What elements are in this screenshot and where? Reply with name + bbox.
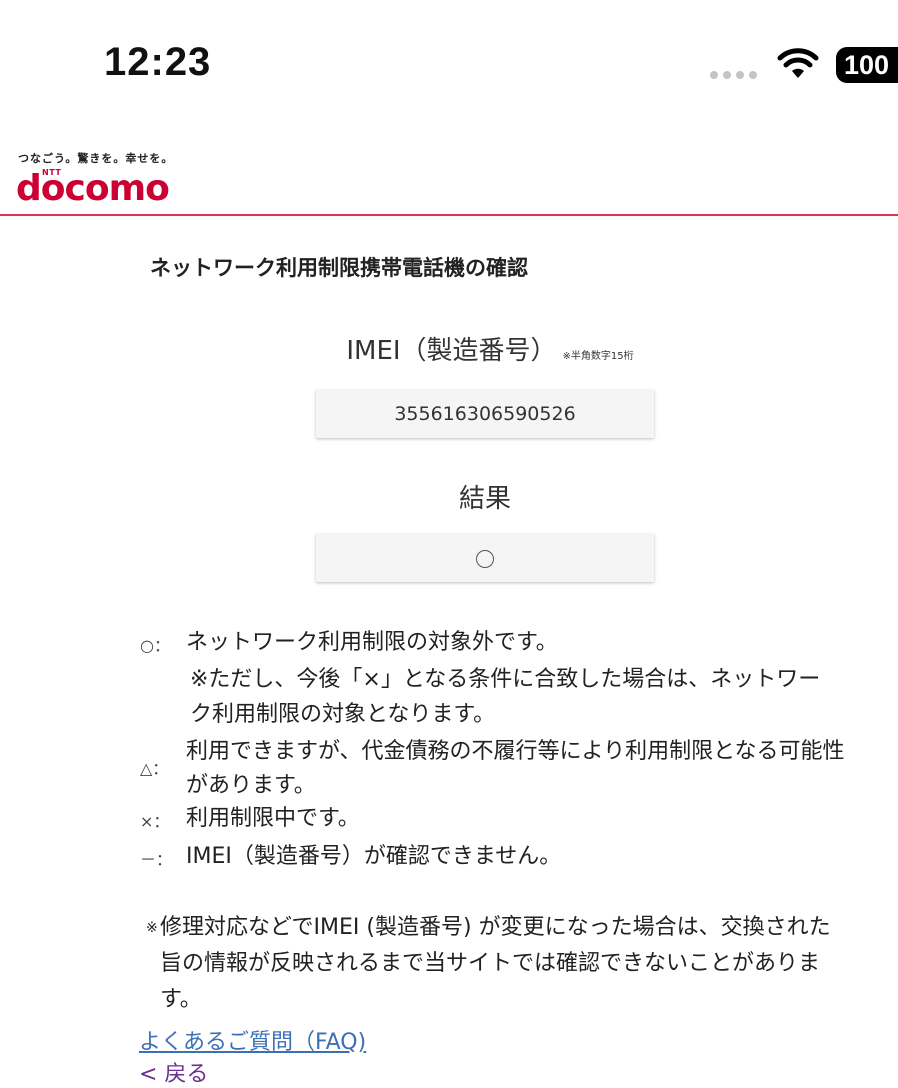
legend-text-cross: 利用制限中です。 <box>186 806 360 831</box>
notice-text: 修理対応などでIMEI (製造番号) が変更になった場合は、交換された旨の情報が… <box>160 915 831 1012</box>
result-label: 結果 <box>458 484 511 514</box>
legend-text-circle: ネットワーク利用制限の対象外です。 <box>186 630 558 655</box>
legend-text-dash: IMEI（製造番号）が確認できません。 <box>186 844 562 869</box>
site-header: つなごう。驚きを。幸せを。 NTT docomo <box>0 140 898 216</box>
imei-label: IMEI（製造番号） ※半角数字15桁 <box>0 330 898 367</box>
logo-wordmark: docomo <box>16 168 170 209</box>
legend-symbol-cross: ×： <box>140 812 170 831</box>
imei-label-text: IMEI（製造番号） <box>346 336 557 366</box>
result-value-field <box>316 534 654 582</box>
status-clock: 12:23 <box>104 40 212 84</box>
wifi-icon <box>777 48 819 78</box>
notice-mark: ※ <box>146 920 158 936</box>
signal-dots-icon <box>710 71 757 79</box>
legend-symbol-dash: －： <box>140 850 173 869</box>
imei-change-notice: ※ 修理対応などでIMEI (製造番号) が変更になった場合は、交換された旨の情… <box>146 910 846 1018</box>
legend-symbol-triangle: △： <box>140 759 169 778</box>
page-title: ネットワーク利用制限携帯電話機の確認 <box>150 256 528 280</box>
docomo-logo[interactable]: NTT docomo <box>16 164 176 209</box>
status-bar: 12:23 100 <box>0 0 898 120</box>
legend-text-triangle: 利用できますが、代金債務の不履行等により利用制限となる可能性があります。 <box>186 739 845 798</box>
imei-value-field: 355616306590526 <box>316 390 654 438</box>
legend-subnote: ※ただし、今後「×」となる条件に合致した場合は、ネットワーク利用制限の対象となり… <box>190 667 821 727</box>
battery-indicator: 100 <box>836 47 898 83</box>
back-link[interactable]: < 戻る <box>139 1056 208 1088</box>
legend-symbol-circle: ○： <box>140 636 170 655</box>
imei-note: ※半角数字15桁 <box>562 351 634 362</box>
faq-link[interactable]: よくあるご質問（FAQ) <box>139 1024 366 1056</box>
result-circle-mark <box>476 549 494 568</box>
